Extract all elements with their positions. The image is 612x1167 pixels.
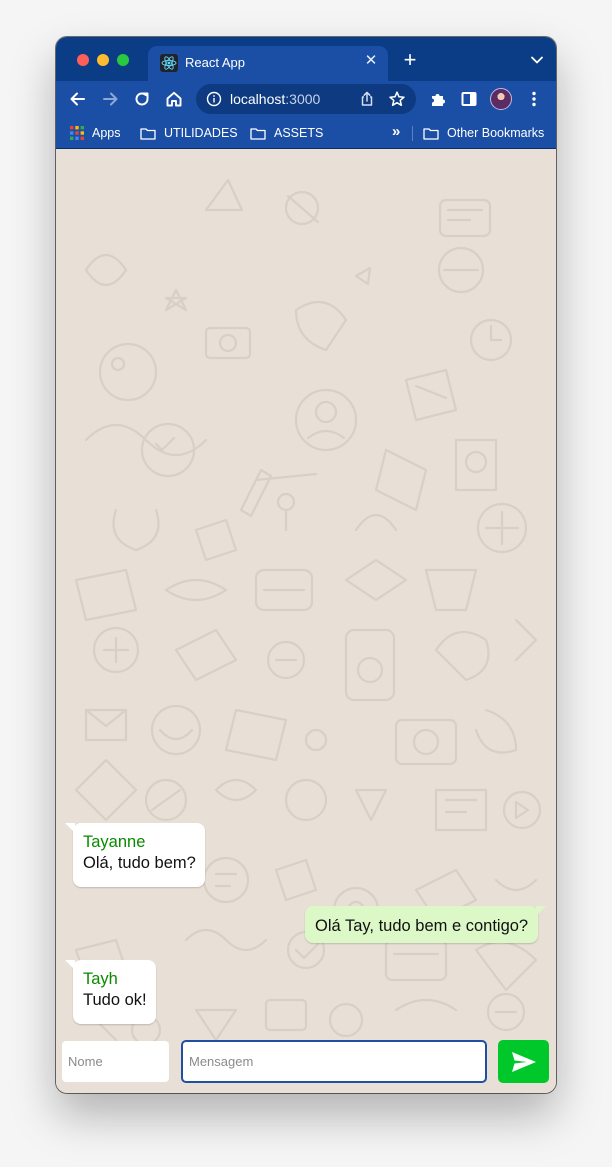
chat-area: Tayanne Olá, tudo bem? Olá Tay, tudo bem…	[56, 150, 556, 1093]
chevron-down-icon[interactable]	[530, 53, 544, 67]
bookmarks-divider	[412, 126, 413, 141]
chat-background-pattern	[74, 178, 542, 1046]
address-bar[interactable]: localhost:3000	[196, 84, 416, 114]
bookmark-apps[interactable]: Apps	[70, 124, 121, 142]
bookmarks-overflow-icon[interactable]: »	[392, 123, 400, 140]
react-logo-icon	[160, 54, 178, 72]
message-bubble-outgoing: Olá Tay, tudo bem e contigo?	[305, 906, 546, 943]
message-text: Olá, tudo bem?	[83, 854, 196, 872]
close-icon[interactable]: ✕	[362, 52, 380, 70]
bookmark-other-label: Other Bookmarks	[447, 126, 545, 140]
browser-toolbar: localhost:3000	[56, 81, 556, 117]
window-close-button[interactable]	[77, 54, 89, 66]
plus-icon[interactable]: +	[400, 49, 420, 71]
avatar[interactable]	[490, 88, 512, 110]
share-icon[interactable]	[358, 90, 376, 108]
tab-title: React App	[185, 55, 245, 70]
folder-icon	[140, 127, 156, 140]
url-text: localhost:3000	[230, 91, 321, 107]
bookmark-folder-assets[interactable]: ASSETS	[250, 124, 323, 142]
message-text: Olá Tay, tudo bem e contigo?	[315, 917, 529, 935]
bookmark-folder-label: UTILIDADES	[164, 126, 238, 140]
bookmark-other[interactable]: Other Bookmarks	[423, 124, 544, 142]
bookmarks-bar: Apps UTILIDADES ASSETS » Other Bookmarks	[56, 117, 556, 149]
message-bubble-incoming: Tayanne Olá, tudo bem?	[65, 823, 205, 887]
message-text: Tudo ok!	[83, 991, 147, 1009]
message-author: Tayanne	[83, 833, 146, 851]
info-icon[interactable]	[206, 91, 222, 107]
browser-window: React App ✕ + localhost:3000 Apps UTILID…	[56, 37, 556, 1093]
bookmark-folder-utilidades[interactable]: UTILIDADES	[140, 124, 238, 142]
send-button[interactable]	[498, 1040, 549, 1083]
bookmark-folder-label: ASSETS	[274, 126, 324, 140]
apps-grid-icon	[70, 126, 84, 140]
reload-icon[interactable]	[132, 89, 152, 109]
bookmark-apps-label: Apps	[92, 126, 121, 140]
message-author: Tayh	[83, 970, 118, 988]
folder-icon	[250, 127, 266, 140]
more-icon[interactable]	[524, 89, 544, 109]
message-input[interactable]	[181, 1040, 487, 1083]
sidebar-icon[interactable]	[459, 89, 479, 109]
message-bubble-incoming: Tayh Tudo ok!	[65, 960, 156, 1024]
forward-icon[interactable]	[100, 89, 120, 109]
tab-strip: React App ✕ +	[56, 37, 556, 81]
extensions-icon[interactable]	[428, 89, 448, 109]
window-minimize-button[interactable]	[97, 54, 109, 66]
back-icon[interactable]	[68, 89, 88, 109]
star-icon[interactable]	[388, 90, 406, 108]
name-input[interactable]	[62, 1041, 169, 1082]
folder-icon	[423, 127, 439, 140]
home-icon[interactable]	[164, 89, 184, 109]
send-icon	[511, 1051, 536, 1072]
tab-react-app[interactable]: React App ✕	[148, 46, 388, 81]
window-zoom-button[interactable]	[117, 54, 129, 66]
